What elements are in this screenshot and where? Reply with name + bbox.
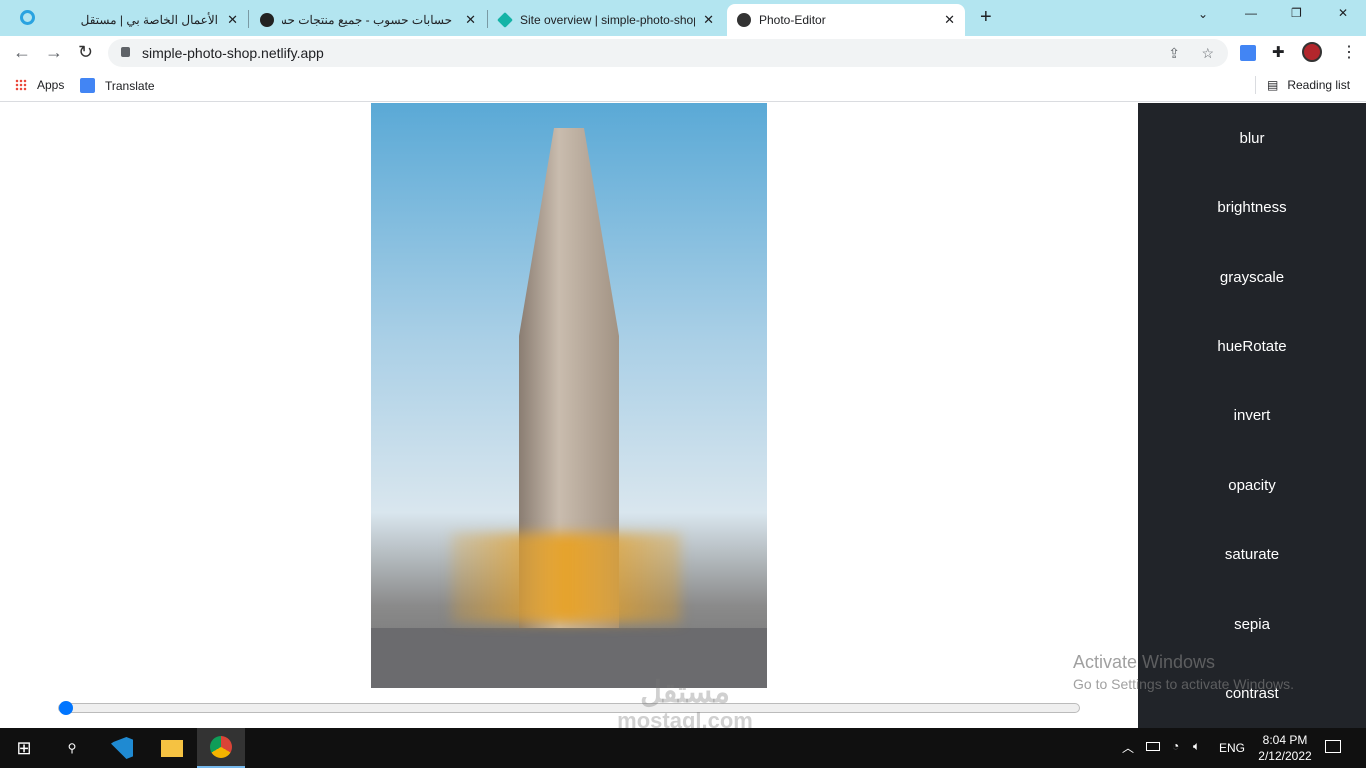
translate-icon (80, 78, 95, 93)
apps-grid-icon (15, 79, 27, 91)
tab-strip: الأعمال الخاصة بي | مستقل ✕ حسابات حسوب -… (0, 0, 1366, 36)
bookmark-star-icon[interactable]: ☆ (1201, 45, 1214, 62)
globe-icon (737, 13, 751, 27)
filter-opacity[interactable]: opacity (1138, 477, 1366, 494)
tab-title: الأعمال الخاصة بي | مستقل (80, 13, 218, 27)
browser-toolbar: ← → ↻ simple-photo-shop.netlify.app ⇪ ☆ … (0, 36, 1366, 70)
forward-icon[interactable]: → (45, 42, 63, 63)
share-icon[interactable]: ⇪ (1168, 45, 1180, 62)
bookmarks-bar: Apps Translate ▤ Reading list (0, 70, 1366, 102)
start-button[interactable]: ⊞ (0, 728, 48, 768)
language-indicator[interactable]: ENG (1219, 741, 1245, 755)
reading-list-button[interactable]: ▤ Reading list (1267, 78, 1350, 92)
filter-grayscale[interactable]: grayscale (1138, 269, 1366, 286)
notification-icon[interactable] (1325, 740, 1341, 753)
windows-logo-icon: ⊞ (16, 737, 32, 758)
url-text: simple-photo-shop.netlify.app (142, 45, 324, 61)
divider (1255, 76, 1256, 94)
tab-mostaql[interactable]: الأعمال الخاصة بي | مستقل ✕ (70, 4, 248, 36)
activate-windows-notice: Activate Windows Go to Settings to activa… (1073, 652, 1294, 692)
filter-saturate[interactable]: saturate (1138, 546, 1366, 563)
lock-icon (121, 47, 130, 57)
translate-extension-icon[interactable] (1240, 45, 1256, 61)
search-button[interactable]: ⚲ (48, 728, 96, 768)
tab-hsoub[interactable]: حسابات حسوب - جميع منتجات حسو ✕ (250, 4, 486, 36)
menu-icon[interactable]: ⋮ (1341, 42, 1357, 62)
tab-title: Photo-Editor (759, 13, 826, 27)
new-tab-button[interactable]: + (980, 6, 992, 29)
filter-brightness[interactable]: brightness (1138, 199, 1366, 216)
bookmark-apps[interactable]: Apps (15, 78, 64, 92)
minimize-button[interactable]: — (1245, 6, 1257, 20)
folder-icon (161, 739, 183, 757)
wifi-icon[interactable]: ◔ (1172, 739, 1179, 753)
chrome-icon (210, 736, 232, 758)
filter-sepia[interactable]: sepia (1138, 616, 1366, 633)
edited-photo (371, 103, 767, 688)
close-tab-icon[interactable]: ✕ (465, 12, 476, 28)
address-bar[interactable]: simple-photo-shop.netlify.app ⇪ ☆ (108, 39, 1228, 67)
filter-sidebar: blur brightness grayscale hueRotate inve… (1138, 103, 1366, 728)
close-tab-icon[interactable]: ✕ (944, 12, 955, 28)
filter-invert[interactable]: invert (1138, 407, 1366, 424)
extensions-icon[interactable]: ✚ (1272, 43, 1285, 61)
hsoub-icon (260, 13, 274, 27)
tab-photo-editor[interactable]: Photo-Editor ✕ (727, 4, 965, 36)
profile-avatar[interactable] (1302, 42, 1322, 62)
clock-time: 8:04 PM (1262, 733, 1308, 747)
show-hidden-icons[interactable]: ︿ (1122, 739, 1134, 756)
tab-title: حسابات حسوب - جميع منتجات حسو (282, 13, 452, 27)
tab-title: Site overview | simple-photo-shop (520, 13, 695, 27)
bookmark-label: Apps (37, 78, 65, 92)
reading-list-label: Reading list (1287, 78, 1351, 92)
filter-slider[interactable] (58, 701, 1080, 715)
tab-separator (248, 10, 249, 28)
clock-date: 2/12/2022 (1258, 749, 1312, 763)
bookmark-label: Translate (105, 78, 155, 93)
reload-icon[interactable]: ↻ (78, 42, 93, 63)
filter-blur[interactable]: blur (1138, 130, 1366, 147)
mostaql-watermark: مستقل mostaql.com (617, 676, 753, 734)
tab-search-dropdown-icon[interactable]: ⌄ (1198, 7, 1208, 21)
photo-traffic-blur (451, 533, 681, 623)
taskbar-file-explorer[interactable] (148, 728, 196, 768)
vscode-icon (111, 737, 133, 759)
close-tab-icon[interactable]: ✕ (703, 12, 714, 28)
tab-search-icon[interactable] (20, 10, 35, 25)
taskbar-vscode[interactable] (98, 728, 146, 768)
filter-hue-rotate[interactable]: hueRotate (1138, 338, 1366, 355)
reading-list-icon: ▤ (1267, 78, 1279, 92)
close-tab-icon[interactable]: ✕ (227, 12, 238, 28)
tab-netlify[interactable]: Site overview | simple-photo-shop ✕ (488, 4, 724, 36)
bookmark-translate[interactable]: Translate (80, 78, 155, 93)
volume-icon[interactable]: 🔈︎ (1193, 739, 1200, 754)
battery-icon[interactable] (1146, 742, 1160, 751)
windows-taskbar: ⊞ ⚲ ︿ ◔ 🔈︎ ENG 8:04 PM 2/12/2022 (0, 728, 1366, 768)
slider-thumb[interactable] (59, 701, 73, 715)
back-icon[interactable]: ← (13, 42, 31, 63)
clock[interactable]: 8:04 PM 2/12/2022 (1255, 732, 1315, 764)
close-window-button[interactable]: ✕ (1338, 6, 1348, 20)
taskbar-chrome[interactable] (197, 728, 245, 768)
search-icon: ⚲ (67, 741, 77, 755)
netlify-icon (497, 12, 513, 28)
restore-button[interactable]: ❐ (1291, 6, 1302, 20)
